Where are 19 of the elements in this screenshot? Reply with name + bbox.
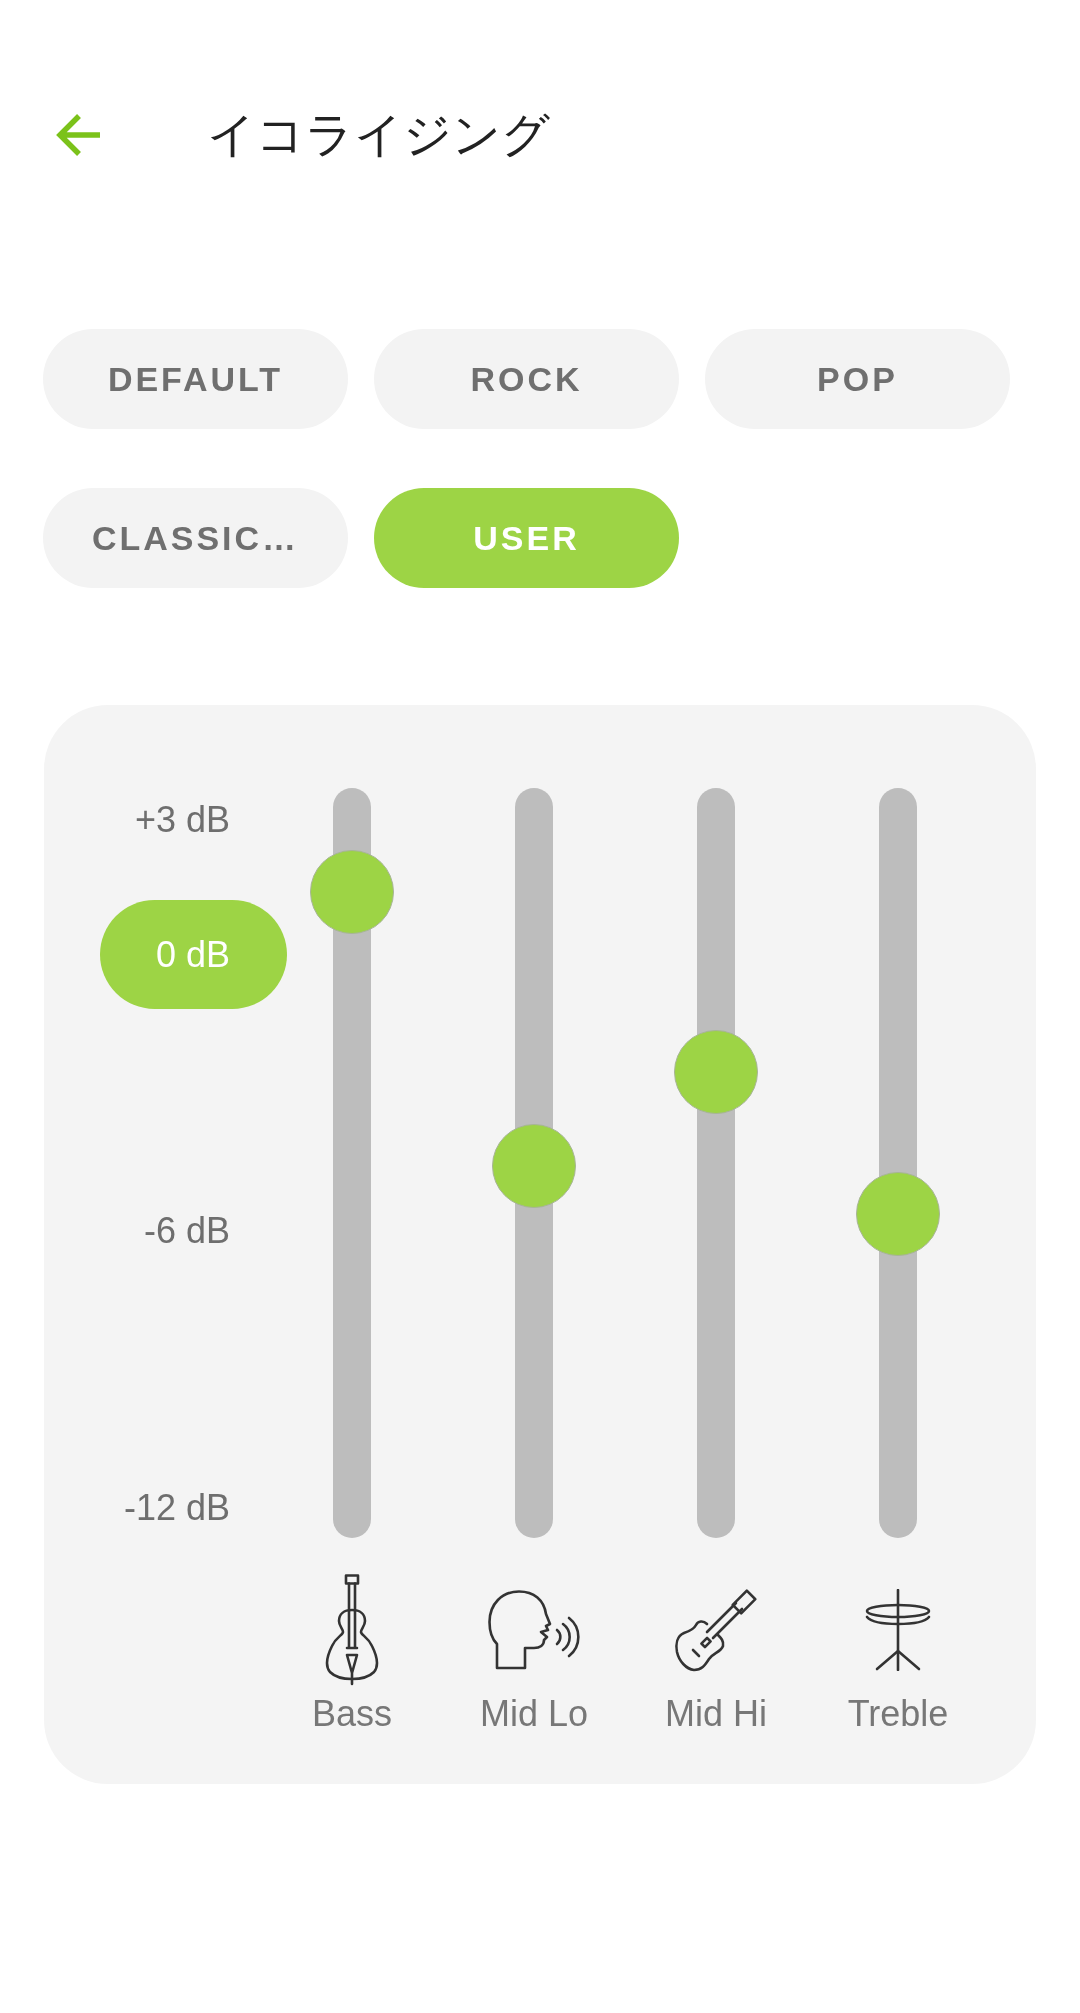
back-arrow-icon xyxy=(56,112,102,158)
scale-label: 0 dB xyxy=(99,900,287,1009)
preset-button[interactable]: DEFAULT xyxy=(43,329,348,429)
band-label: Treble xyxy=(847,1693,949,1735)
band-label: Mid Hi xyxy=(665,1693,767,1735)
preset-button[interactable]: ROCK xyxy=(374,329,679,429)
back-button[interactable] xyxy=(56,112,102,158)
band-label: Bass xyxy=(311,1693,392,1735)
cello-icon xyxy=(324,1574,380,1686)
speaking-head-icon xyxy=(488,1590,580,1670)
preset-button[interactable]: CLASSIC… xyxy=(43,488,348,588)
scale-label: -6 dB xyxy=(143,1210,230,1252)
guitar-icon xyxy=(674,1588,758,1672)
band-label: Mid Lo xyxy=(479,1693,589,1735)
preset-button[interactable]: POP xyxy=(705,329,1010,429)
scale-label: -12 dB xyxy=(123,1487,230,1529)
page-title: イコライジング xyxy=(207,107,550,163)
scale-label: +3 dB xyxy=(134,799,230,841)
cymbal-icon xyxy=(865,1589,931,1671)
